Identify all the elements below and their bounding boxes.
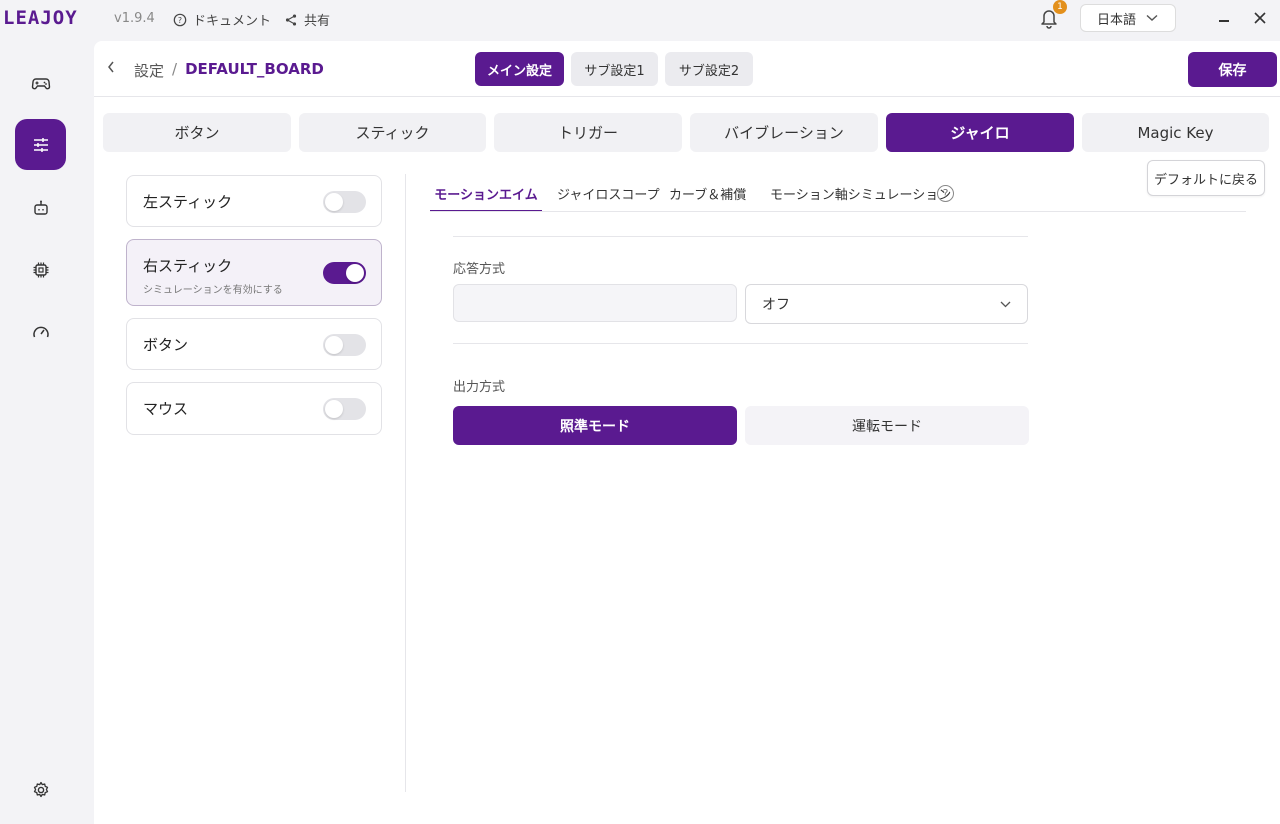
- sidebar-item-device[interactable]: [15, 244, 66, 295]
- tab-main-settings[interactable]: メイン設定: [475, 52, 564, 86]
- panel-divider: [405, 174, 406, 792]
- response-select-value: オフ: [762, 297, 790, 313]
- aim-mode-button[interactable]: 照準モード: [453, 406, 737, 445]
- option-label: マウス: [143, 400, 189, 418]
- share-label: 共有: [304, 14, 331, 29]
- minimize-button[interactable]: [1212, 8, 1236, 28]
- chevron-left-icon: [108, 61, 114, 73]
- sliders-icon: [33, 137, 48, 152]
- subtab-motion-aim[interactable]: モーションエイム: [430, 184, 542, 212]
- toggle-knob: [346, 264, 364, 282]
- tab-magic-key[interactable]: Magic Key: [1082, 113, 1269, 152]
- main-panel: 設定 / DEFAULT_BOARD メイン設定 サブ設定1 サブ設定2 保存 …: [94, 41, 1280, 824]
- header-divider: [94, 96, 1280, 97]
- subtab-curve-compensation[interactable]: カーブ＆補償: [669, 184, 746, 212]
- sidebar-item-macro[interactable]: [15, 182, 66, 233]
- tab-buttons[interactable]: ボタン: [103, 113, 291, 152]
- tab-sub-settings-1[interactable]: サブ設定1: [571, 52, 658, 86]
- toggle-knob: [325, 400, 343, 418]
- docs-link[interactable]: ? ドキュメント: [173, 10, 271, 29]
- mouse-toggle[interactable]: [323, 398, 366, 420]
- option-label: ボタン: [143, 336, 189, 354]
- breadcrumb-parent[interactable]: 設定: [134, 60, 164, 81]
- language-value: 日本語: [1097, 12, 1137, 28]
- chip-icon: [33, 262, 48, 277]
- right-stick-toggle[interactable]: [323, 262, 366, 284]
- chevron-down-icon: [1000, 301, 1011, 307]
- tab-sub-settings-2[interactable]: サブ設定2: [665, 52, 753, 86]
- option-mouse[interactable]: マウス: [126, 382, 382, 435]
- reset-default-button[interactable]: デフォルトに戻る: [1147, 160, 1265, 196]
- chevron-down-icon: [1146, 14, 1158, 21]
- breadcrumb-current: DEFAULT_BOARD: [185, 60, 324, 78]
- gauge-icon: [32, 326, 49, 337]
- tab-triggers[interactable]: トリガー: [494, 113, 682, 152]
- gear-icon: [33, 781, 48, 797]
- share-icon: [285, 13, 297, 26]
- title-bar: LEAJOY v1.9.4 ? ドキュメント 共有 1 日本語: [0, 0, 1280, 40]
- breadcrumb-separator: /: [172, 60, 178, 78]
- save-button[interactable]: 保存: [1188, 52, 1277, 87]
- help-circle-icon: ?: [173, 13, 187, 26]
- sidebar-item-controller[interactable]: [15, 57, 66, 108]
- robot-icon: [33, 200, 48, 215]
- back-button[interactable]: [106, 59, 116, 78]
- notification-badge: 1: [1053, 0, 1067, 14]
- response-mode-label: 応答方式: [453, 262, 506, 277]
- share-link[interactable]: 共有: [284, 10, 330, 29]
- option-buttons[interactable]: ボタン: [126, 318, 382, 370]
- sidebar-item-settings[interactable]: [15, 119, 66, 170]
- option-label: 左スティック: [143, 193, 233, 211]
- gamepad-icon: [31, 77, 50, 89]
- subtab-gyroscope[interactable]: ジャイロスコープ: [557, 184, 660, 212]
- breadcrumb: 設定 / DEFAULT_BOARD: [134, 60, 324, 81]
- option-right-stick[interactable]: 右スティック シミュレーションを有効にする: [126, 239, 382, 306]
- minimize-icon: [1219, 20, 1229, 22]
- close-button[interactable]: [1248, 8, 1272, 28]
- toggle-knob: [325, 193, 343, 211]
- sidebar-item-performance[interactable]: [15, 306, 66, 357]
- response-input[interactable]: [453, 284, 737, 322]
- drive-mode-button[interactable]: 運転モード: [745, 406, 1029, 445]
- response-select[interactable]: オフ: [745, 284, 1028, 324]
- output-mode-label: 出力方式: [453, 380, 506, 395]
- section-divider: [453, 343, 1028, 344]
- left-stick-toggle[interactable]: [323, 191, 366, 213]
- subtab-motion-axis-simulation[interactable]: モーション軸シミュレーション: [770, 184, 951, 212]
- tab-gyro[interactable]: ジャイロ: [886, 113, 1074, 152]
- option-sublabel: シミュレーションを有効にする: [143, 285, 283, 296]
- app-version: v1.9.4: [114, 11, 155, 26]
- toggle-knob: [325, 336, 343, 354]
- app-logo: LEAJOY: [3, 7, 78, 29]
- docs-label: ドキュメント: [193, 14, 272, 29]
- sidebar: [0, 40, 86, 824]
- section-divider: [453, 236, 1028, 237]
- subtab-underline: [430, 211, 1246, 212]
- svg-text:?: ?: [178, 16, 182, 25]
- option-left-stick[interactable]: 左スティック: [126, 175, 382, 227]
- sidebar-item-preferences[interactable]: [15, 764, 66, 815]
- language-select[interactable]: 日本語: [1080, 4, 1176, 32]
- close-icon: [1254, 12, 1266, 24]
- tab-vibration[interactable]: バイブレーション: [690, 113, 878, 152]
- buttons-toggle[interactable]: [323, 334, 366, 356]
- help-icon[interactable]: ?: [937, 185, 954, 202]
- option-label: 右スティック: [143, 257, 233, 275]
- tab-sticks[interactable]: スティック: [299, 113, 486, 152]
